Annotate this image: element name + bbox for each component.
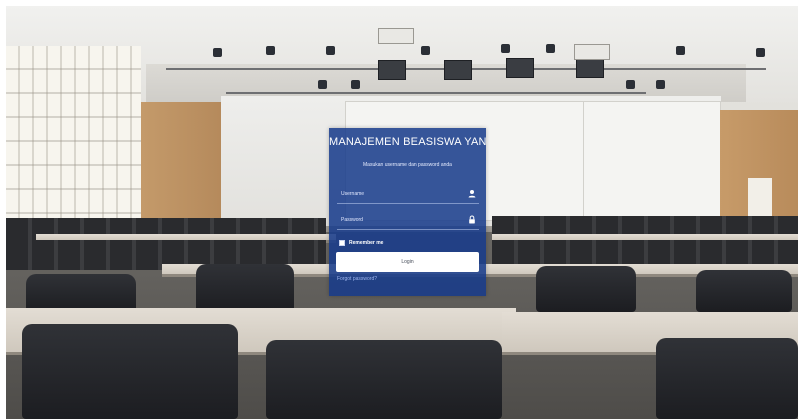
chair bbox=[22, 324, 238, 419]
chair bbox=[266, 340, 502, 419]
username-field bbox=[337, 186, 479, 204]
login-panel: MANAJEMEN BEASISWA YAN Masukan username … bbox=[329, 128, 486, 296]
remember-me-label: Remember me bbox=[349, 240, 384, 246]
spotlight bbox=[546, 44, 555, 53]
projector bbox=[506, 58, 534, 78]
spotlight bbox=[676, 46, 685, 55]
remember-me[interactable]: Remember me bbox=[339, 239, 383, 247]
spotlight bbox=[421, 46, 430, 55]
light-truss bbox=[226, 92, 646, 94]
chair bbox=[26, 274, 136, 312]
projector bbox=[574, 44, 610, 60]
lock-icon bbox=[465, 212, 479, 228]
chair bbox=[696, 270, 792, 312]
spotlight bbox=[266, 46, 275, 55]
projector bbox=[378, 60, 406, 80]
projection-screen-right bbox=[584, 102, 720, 220]
login-title: MANAJEMEN BEASISWA YAN bbox=[329, 136, 487, 148]
password-input[interactable] bbox=[337, 212, 459, 228]
spotlight bbox=[756, 48, 765, 57]
window-wall bbox=[6, 46, 141, 236]
wood-panel-left bbox=[141, 102, 221, 232]
login-page: MANAJEMEN BEASISWA YAN Masukan username … bbox=[0, 0, 798, 419]
username-input[interactable] bbox=[337, 186, 459, 202]
login-subtitle: Masukan username dan password anda bbox=[363, 162, 452, 168]
forgot-password-link[interactable]: Forgot password? bbox=[337, 276, 377, 282]
spotlight bbox=[318, 80, 327, 89]
spotlight bbox=[351, 80, 360, 89]
chair bbox=[196, 264, 294, 312]
projector bbox=[576, 58, 604, 78]
login-button[interactable]: Login bbox=[336, 252, 479, 272]
user-icon bbox=[465, 186, 479, 202]
chair bbox=[656, 338, 798, 419]
password-field bbox=[337, 212, 479, 230]
spotlight bbox=[326, 46, 335, 55]
projector bbox=[378, 28, 414, 44]
projector bbox=[444, 60, 472, 80]
spotlight bbox=[213, 48, 222, 57]
spotlight bbox=[501, 44, 510, 53]
spotlight bbox=[626, 80, 635, 89]
chair bbox=[536, 266, 636, 312]
remember-me-checkbox[interactable] bbox=[339, 240, 345, 246]
spotlight bbox=[656, 80, 665, 89]
